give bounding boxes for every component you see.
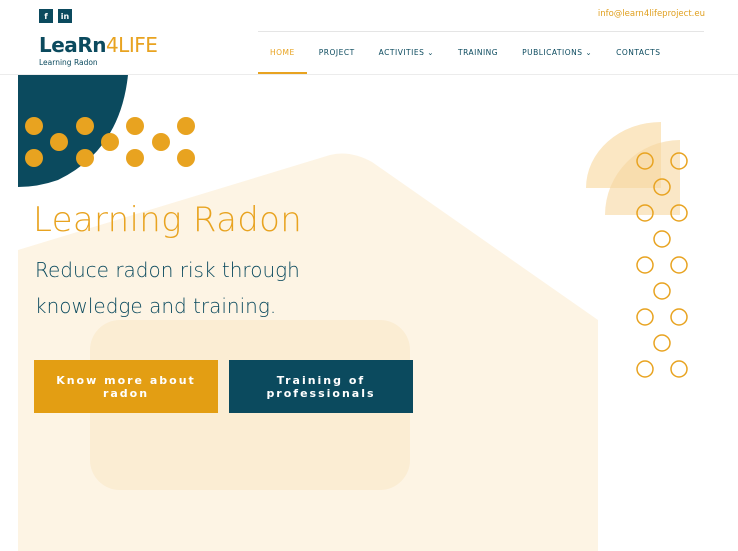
nav-item-contacts[interactable]: CONTACTS <box>604 44 672 74</box>
linkedin-icon[interactable]: in <box>58 9 72 23</box>
logo-text-rn: Rn <box>77 33 106 57</box>
header-divider <box>0 74 738 75</box>
know-more-about-radon-button[interactable]: Know more about radon <box>34 360 218 413</box>
logo-wordmark: LeaRn4LIFE <box>39 33 158 57</box>
nav-item-publications[interactable]: PUBLICATIONS ⌄ <box>510 44 604 74</box>
training-button-label: Training of professionals <box>266 373 376 400</box>
nav-item-training[interactable]: TRAINING <box>446 44 510 74</box>
nav-item-home[interactable]: HOME <box>258 44 307 74</box>
nav-item-project[interactable]: PROJECT <box>307 44 367 74</box>
facebook-icon[interactable]: f <box>39 9 53 23</box>
main-navigation: HOME PROJECT ACTIVITIES ⌄ TRAINING PUBLI… <box>258 44 673 74</box>
social-links: f in <box>39 9 72 23</box>
dots-decoration <box>25 117 195 167</box>
nav-item-activities[interactable]: ACTIVITIES ⌄ <box>367 44 446 74</box>
hero-subtitle: Reduce radon risk through knowledge and … <box>35 258 300 318</box>
circles-decoration <box>636 152 688 378</box>
contact-email-link[interactable]: info@learn4lifeproject.eu <box>598 9 705 19</box>
know-more-button-label: Know more about radon <box>56 373 196 400</box>
logo-text-lea: Lea <box>39 33 78 57</box>
hero-title: Learning Radon <box>33 200 303 240</box>
logo-subtitle: Learning Radon <box>39 58 98 67</box>
topbar-divider <box>258 31 704 32</box>
site-logo[interactable]: LeaRn4LIFE Learning Radon <box>39 33 158 67</box>
training-of-professionals-button[interactable]: Training of professionals <box>229 360 413 413</box>
logo-text-4life: 4LIFE <box>105 33 158 57</box>
